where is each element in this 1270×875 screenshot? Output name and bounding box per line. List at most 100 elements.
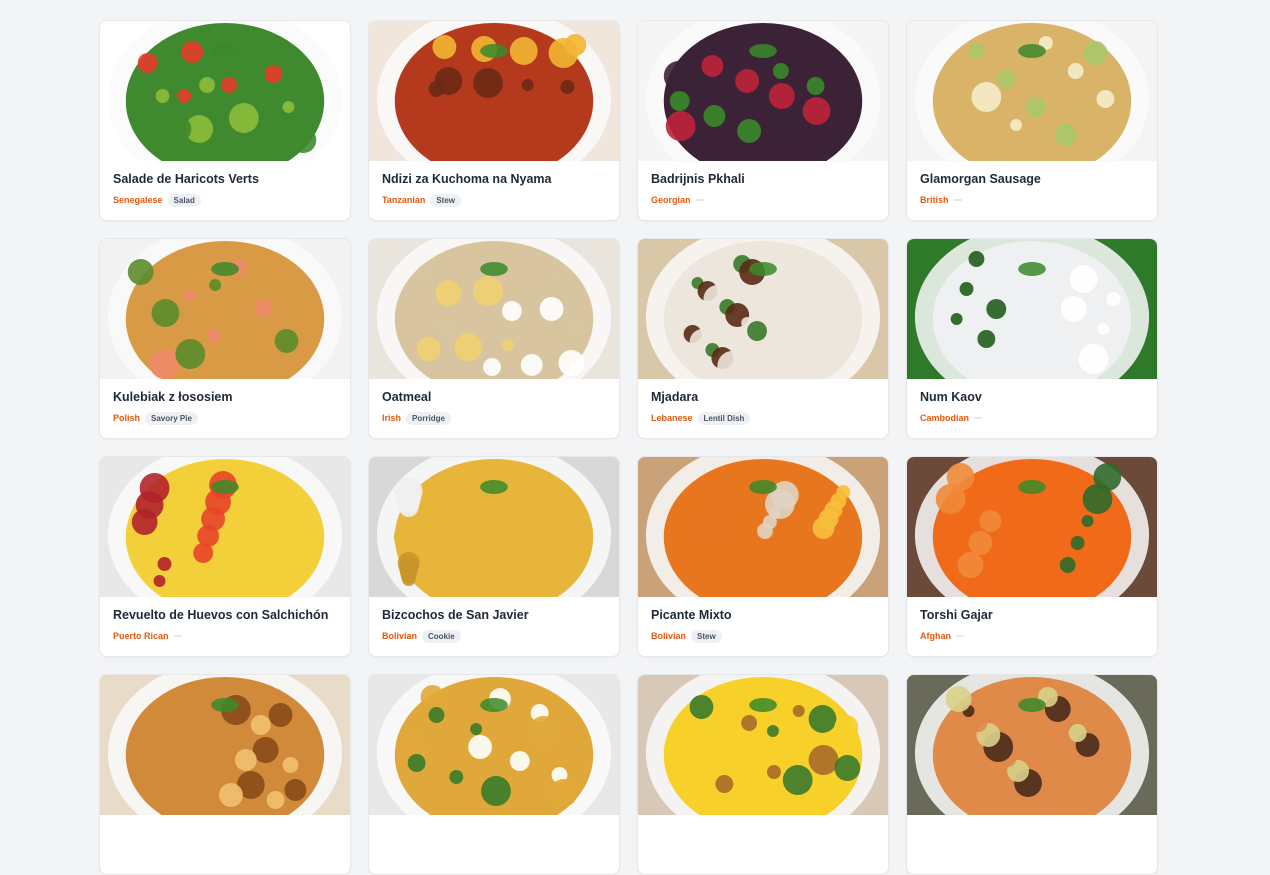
category-tag xyxy=(695,199,704,201)
recipe-card[interactable]: Glamorgan Sausage British xyxy=(906,20,1158,221)
recipe-card[interactable] xyxy=(99,674,351,875)
recipe-title[interactable]: Glamorgan Sausage xyxy=(920,171,1144,187)
recipe-card-body: Mjadara Lebanese Lentil Dish xyxy=(638,379,888,426)
recipe-card[interactable] xyxy=(637,674,889,875)
recipe-meta: British xyxy=(920,192,1144,208)
recipe-meta: Puerto Rican xyxy=(113,628,337,644)
recipe-title[interactable]: Mjadara xyxy=(651,389,875,405)
recipe-card[interactable]: Ndizi za Kuchoma na Nyama Tanzanian Stew xyxy=(368,20,620,221)
recipe-image[interactable] xyxy=(638,675,888,815)
recipe-image[interactable] xyxy=(907,457,1157,597)
recipe-title[interactable]: Salade de Haricots Verts xyxy=(113,171,337,187)
recipe-card[interactable]: Picante Mixto Bolivian Stew xyxy=(637,456,889,657)
recipe-card-body: Num Kaov Cambodian xyxy=(907,379,1157,426)
recipe-meta: Bolivian Cookie xyxy=(382,628,606,644)
category-tag xyxy=(173,635,182,637)
cuisine-label: Puerto Rican xyxy=(113,631,169,641)
recipe-card[interactable]: Num Kaov Cambodian xyxy=(906,238,1158,439)
cuisine-label: Bolivian xyxy=(651,631,687,641)
recipe-card[interactable] xyxy=(368,674,620,875)
recipe-meta: Senegalese Salad xyxy=(113,192,337,208)
recipe-image[interactable] xyxy=(100,21,350,161)
recipe-card-body: Glamorgan Sausage British xyxy=(907,161,1157,208)
recipe-card[interactable]: Badrijnis Pkhali Georgian xyxy=(637,20,889,221)
recipe-card[interactable]: Mjadara Lebanese Lentil Dish xyxy=(637,238,889,439)
recipe-card-body: Salade de Haricots Verts Senegalese Salad xyxy=(100,161,350,208)
recipe-meta: Bolivian Stew xyxy=(651,628,875,644)
category-tag: Savory Pie xyxy=(145,411,198,425)
cuisine-label: Afghan xyxy=(920,631,951,641)
cuisine-label: Polish xyxy=(113,413,141,423)
recipe-image[interactable] xyxy=(907,21,1157,161)
recipe-meta xyxy=(651,830,875,846)
recipe-image[interactable] xyxy=(369,239,619,379)
category-tag: Stew xyxy=(430,193,462,207)
recipe-card-body: Torshi Gajar Afghan xyxy=(907,597,1157,644)
recipe-card-body xyxy=(907,815,1157,846)
recipe-image[interactable] xyxy=(369,21,619,161)
recipe-meta: Georgian xyxy=(651,192,875,208)
recipe-card-body: Picante Mixto Bolivian Stew xyxy=(638,597,888,644)
recipe-image[interactable] xyxy=(638,457,888,597)
recipe-image[interactable] xyxy=(638,21,888,161)
recipe-meta xyxy=(920,830,1144,846)
recipe-card-body xyxy=(100,815,350,846)
recipe-image[interactable] xyxy=(907,675,1157,815)
category-tag: Salad xyxy=(167,193,201,207)
category-tag xyxy=(956,635,964,637)
recipe-title[interactable]: Picante Mixto xyxy=(651,607,875,623)
recipe-title[interactable]: Bizcochos de San Javier xyxy=(382,607,606,623)
category-tag xyxy=(974,417,983,419)
recipe-image[interactable] xyxy=(907,239,1157,379)
recipe-card[interactable]: Torshi Gajar Afghan xyxy=(906,456,1158,657)
cuisine-label: Senegalese xyxy=(113,195,163,205)
recipe-title[interactable]: Num Kaov xyxy=(920,389,1144,405)
category-tag: Lentil Dish xyxy=(697,411,751,425)
recipe-meta: Lebanese Lentil Dish xyxy=(651,410,875,426)
recipe-image[interactable] xyxy=(638,239,888,379)
recipe-card[interactable]: Oatmeal Irish Porridge xyxy=(368,238,620,439)
recipe-card-body: Badrijnis Pkhali Georgian xyxy=(638,161,888,208)
recipe-title[interactable]: Ndizi za Kuchoma na Nyama xyxy=(382,171,606,187)
cuisine-label: Tanzanian xyxy=(382,195,426,205)
recipe-title[interactable]: Kulebiak z łososiem xyxy=(113,389,337,405)
recipe-meta xyxy=(113,830,337,846)
recipe-card-body: Ndizi za Kuchoma na Nyama Tanzanian Stew xyxy=(369,161,619,208)
category-tag: Porridge xyxy=(406,411,451,425)
category-tag xyxy=(953,199,962,201)
category-tag: Stew xyxy=(691,629,722,643)
recipe-card-body: Kulebiak z łososiem Polish Savory Pie xyxy=(100,379,350,426)
cuisine-label: Georgian xyxy=(651,195,691,205)
recipe-meta: Tanzanian Stew xyxy=(382,192,606,208)
cuisine-label: Bolivian xyxy=(382,631,418,641)
recipe-image[interactable] xyxy=(369,675,619,815)
recipe-meta: Cambodian xyxy=(920,410,1144,426)
cuisine-label: Irish xyxy=(382,413,402,423)
recipe-card-body xyxy=(638,815,888,846)
recipe-meta xyxy=(382,830,606,846)
recipe-card[interactable]: Salade de Haricots Verts Senegalese Salad xyxy=(99,20,351,221)
recipe-meta: Irish Porridge xyxy=(382,410,606,426)
cuisine-label: Cambodian xyxy=(920,413,970,423)
recipe-title[interactable]: Torshi Gajar xyxy=(920,607,1144,623)
recipe-meta: Polish Savory Pie xyxy=(113,410,337,426)
recipe-card-body: Bizcochos de San Javier Bolivian Cookie xyxy=(369,597,619,644)
cuisine-label: British xyxy=(920,195,949,205)
category-tag: Cookie xyxy=(422,629,461,643)
recipe-title[interactable]: Badrijnis Pkhali xyxy=(651,171,875,187)
recipe-card-body: Revuelto de Huevos con Salchichón Puerto … xyxy=(100,597,350,644)
recipe-card[interactable]: Kulebiak z łososiem Polish Savory Pie xyxy=(99,238,351,439)
recipe-image[interactable] xyxy=(100,675,350,815)
cuisine-label: Lebanese xyxy=(651,413,693,423)
recipe-title[interactable]: Oatmeal xyxy=(382,389,606,405)
recipe-card-body: Oatmeal Irish Porridge xyxy=(369,379,619,426)
recipe-card[interactable]: Bizcochos de San Javier Bolivian Cookie xyxy=(368,456,620,657)
recipe-image[interactable] xyxy=(100,239,350,379)
recipe-card-body xyxy=(369,815,619,846)
recipe-card[interactable] xyxy=(906,674,1158,875)
recipe-meta: Afghan xyxy=(920,628,1144,644)
recipe-image[interactable] xyxy=(100,457,350,597)
recipe-card[interactable]: Revuelto de Huevos con Salchichón Puerto … xyxy=(99,456,351,657)
recipe-title[interactable]: Revuelto de Huevos con Salchichón xyxy=(113,607,337,623)
recipe-image[interactable] xyxy=(369,457,619,597)
